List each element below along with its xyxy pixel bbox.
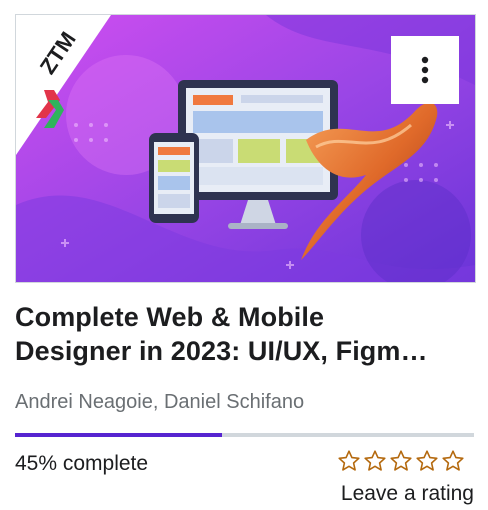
instructor-names: Andrei Neagoie, Daniel Schifano (15, 391, 305, 413)
course-title[interactable]: Complete Web & Mobile Designer in 2023: … (15, 300, 435, 368)
star-icon[interactable] (415, 449, 439, 473)
progress-bar-fill (15, 433, 222, 437)
star-icon[interactable] (337, 449, 361, 473)
course-card[interactable]: ZTM Complete Web & Mobile Designer in 20… (0, 0, 488, 510)
more-vertical-icon (421, 56, 429, 84)
leave-rating-link[interactable]: Leave a rating (341, 481, 474, 507)
star-icon[interactable] (363, 449, 387, 473)
progress-label: 45% complete (15, 452, 149, 475)
progress-bar (15, 433, 474, 437)
more-options-button[interactable] (391, 36, 459, 104)
star-icon[interactable] (389, 449, 413, 473)
star-icon[interactable] (441, 449, 465, 473)
star-rating[interactable] (337, 449, 465, 475)
phone-illustration (149, 133, 199, 223)
